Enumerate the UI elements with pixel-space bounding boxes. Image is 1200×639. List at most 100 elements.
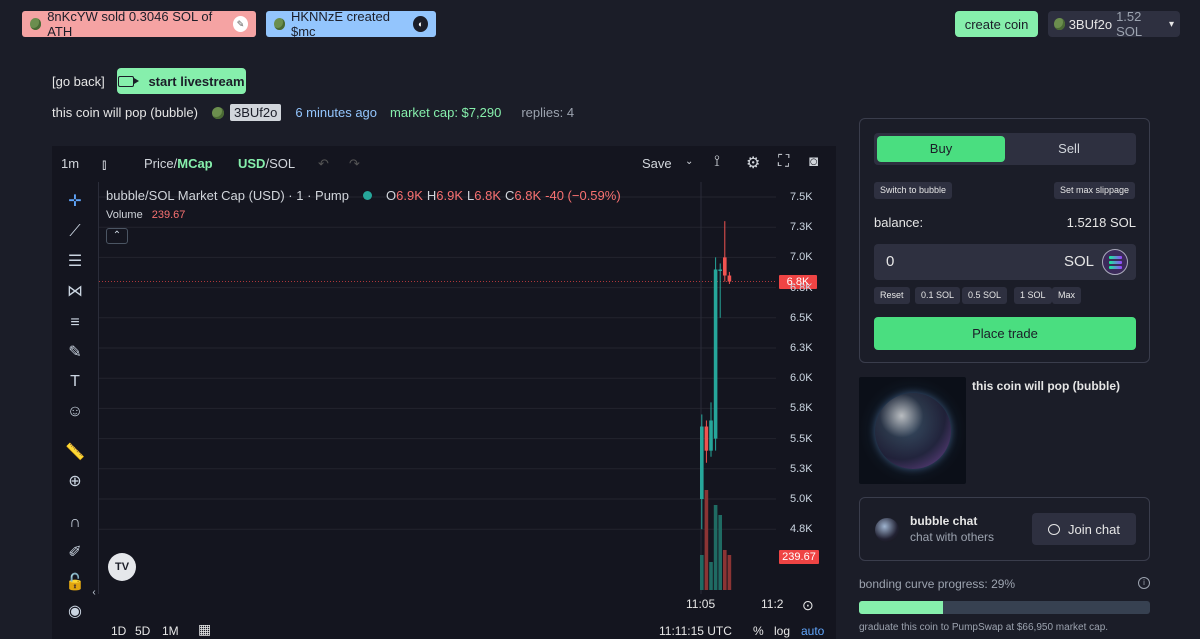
wallet-button[interactable]: 3BUf2o 1.52 SOL ▾ (1048, 9, 1180, 39)
indicators-icon[interactable]: ⟟ (714, 153, 720, 171)
ruler-icon[interactable]: 📏 (64, 442, 86, 464)
volume-value: 239.67 (151, 209, 186, 221)
buy-sell-tabs: Buy Sell (874, 133, 1136, 165)
avatar-icon (274, 18, 285, 30)
y-tick-label: 6.3K (790, 342, 813, 354)
undo-icon[interactable]: ↶ (318, 156, 329, 172)
volume-bar (704, 490, 709, 590)
livestream-label: start livestream (148, 73, 245, 89)
brush-icon[interactable]: ✎ (64, 342, 86, 364)
pattern-icon[interactable]: ⋈ (64, 281, 86, 303)
usd-sol-toggle[interactable]: USD/SOL (238, 156, 295, 171)
coin-age: 6 minutes ago (295, 105, 378, 120)
emoji-icon[interactable]: ☺ (64, 401, 86, 423)
redo-icon[interactable]: ↷ (349, 156, 360, 172)
collapse-legend-button[interactable]: ⌃ (106, 228, 128, 244)
price-axis[interactable]: 6.8K 239.67 7.5K 7.3K 7.0K 6.8K 6.5K 6.3K 6.0K… (776, 182, 836, 594)
graduation-note: graduate this coin to PumpSwap at $66,95… (859, 622, 1109, 633)
balance-row: balance: 1.5218 SOL (874, 215, 1136, 230)
chat-bubble-icon (1047, 523, 1060, 535)
lock-drawing-icon[interactable]: ✐ (64, 542, 86, 564)
chart-title: bubble/SOL Market Cap (USD) · 1 · Pump (106, 188, 349, 203)
tradingview-logo[interactable]: TV (108, 553, 136, 581)
y-tick-label: 5.5K (790, 432, 813, 445)
balance-value: 1.5218 SOL (1066, 215, 1136, 230)
wallet-balance: 1.52 SOL (1116, 9, 1143, 39)
replies-count: replies: 4 (521, 105, 575, 120)
interval-button[interactable]: 1m (61, 156, 79, 171)
tab-sell[interactable]: Sell (1005, 136, 1133, 162)
info-icon[interactable]: i (1138, 577, 1150, 589)
candle-body (713, 269, 718, 439)
chevron-down-icon[interactable]: ⌄ (685, 156, 693, 167)
time-axis[interactable]: ⊙ 11:05 11:2 (98, 594, 836, 614)
preset-0-5-sol[interactable]: 0.5 SOL (962, 287, 1008, 304)
chart-bottom-bar: 1D 5D 1M ▦ 11:11:15 UTC % log auto (98, 618, 836, 639)
y-tick-label: 5.3K (790, 462, 813, 475)
range-1m[interactable]: 1M (162, 624, 179, 638)
switch-currency-button[interactable]: Switch to bubble (874, 182, 953, 199)
percent-toggle[interactable]: % (753, 624, 764, 638)
avatar-icon (30, 18, 42, 30)
preset-1-sol[interactable]: 1 SOL (1014, 287, 1052, 304)
trade-ticker[interactable]: 8nKcYW sold 0.3046 SOL of ATH ✎ (22, 9, 256, 39)
chat-subtitle: chat with others (910, 530, 995, 544)
go-back-link[interactable]: [go back] (52, 74, 105, 89)
creator-tag[interactable]: 3BUf2o (229, 104, 282, 121)
place-trade-button[interactable]: Place trade (874, 317, 1136, 350)
join-chat-button[interactable]: Join chat (1032, 513, 1136, 545)
chat-card: bubble chat chat with others Join chat (859, 497, 1150, 561)
create-coin-button[interactable]: create coin (955, 11, 1038, 37)
preset-max[interactable]: Max (1052, 287, 1082, 304)
chat-avatar (875, 518, 899, 542)
text-icon[interactable]: T (64, 371, 86, 393)
lock-icon[interactable]: 🔓 (64, 572, 86, 594)
eye-icon[interactable]: ◉ (64, 601, 86, 623)
bonding-progress-bar (859, 601, 1150, 614)
volume-bar (709, 562, 713, 590)
y-tick-label: 7.0K (790, 251, 813, 264)
zoom-in-icon[interactable]: ⊕ (64, 471, 86, 493)
log-toggle[interactable]: log (774, 624, 790, 638)
amount-input[interactable]: 0 SOL (874, 244, 1136, 280)
gear-icon[interactable]: ⚙ (746, 153, 760, 173)
save-button[interactable]: Save (642, 156, 672, 171)
chevron-left-icon[interactable]: ‹ (90, 582, 98, 604)
chart-legend: bubble/SOL Market Cap (USD) · 1 · Pump O… (106, 188, 621, 203)
candlestick-plot[interactable] (98, 182, 776, 594)
preset-reset[interactable]: Reset (874, 287, 910, 304)
lines-icon[interactable]: ☰ (64, 251, 86, 273)
high-value: 6.9K (436, 188, 464, 203)
range-1d[interactable]: 1D (111, 624, 126, 638)
preset-0-1-sol[interactable]: 0.1 SOL (915, 287, 961, 304)
bubble-image (875, 393, 951, 469)
y-tick-label: 4.8K (790, 523, 813, 536)
candle-body (709, 420, 713, 451)
range-5d[interactable]: 5D (135, 624, 150, 638)
create-ticker[interactable]: HKNNzE created $mc ◐ (266, 9, 436, 39)
price-mcap-toggle[interactable]: Price/MCap (144, 156, 213, 171)
y-tick-label: 6.5K (790, 311, 813, 324)
coin-name: this coin will pop (bubble) (52, 105, 198, 120)
utc-clock[interactable]: 11:11:15 UTC (659, 624, 732, 638)
magnet-icon[interactable]: ∩ (64, 512, 86, 534)
candle-body (704, 426, 709, 451)
y-tick-label: 5.0K (790, 493, 813, 505)
auto-toggle[interactable]: auto (801, 624, 824, 638)
calendar-icon[interactable]: ▦ (198, 621, 211, 638)
crosshair-icon[interactable]: ✛ (64, 191, 86, 213)
camera-icon[interactable]: ◙ (809, 153, 818, 170)
bonding-curve-label: bonding curve progress: 29% (859, 577, 1016, 591)
start-livestream-button[interactable]: start livestream (117, 68, 246, 94)
trendline-icon[interactable]: ⟋ (64, 221, 86, 243)
candles-icon[interactable]: ⫾ (102, 156, 106, 173)
tab-buy[interactable]: Buy (877, 136, 1005, 162)
coin-icon: ✎ (233, 16, 248, 32)
candle-body (723, 257, 727, 276)
camera-icon (118, 75, 140, 87)
fib-icon[interactable]: ≡ (64, 312, 86, 334)
fullscreen-icon[interactable]: ⛶ (778, 153, 789, 171)
bonding-curve-header: bonding curve progress: 29% i (859, 577, 1150, 591)
settings-icon[interactable]: ⊙ (802, 597, 814, 614)
max-slippage-button[interactable]: Set max slippage (1053, 182, 1135, 199)
